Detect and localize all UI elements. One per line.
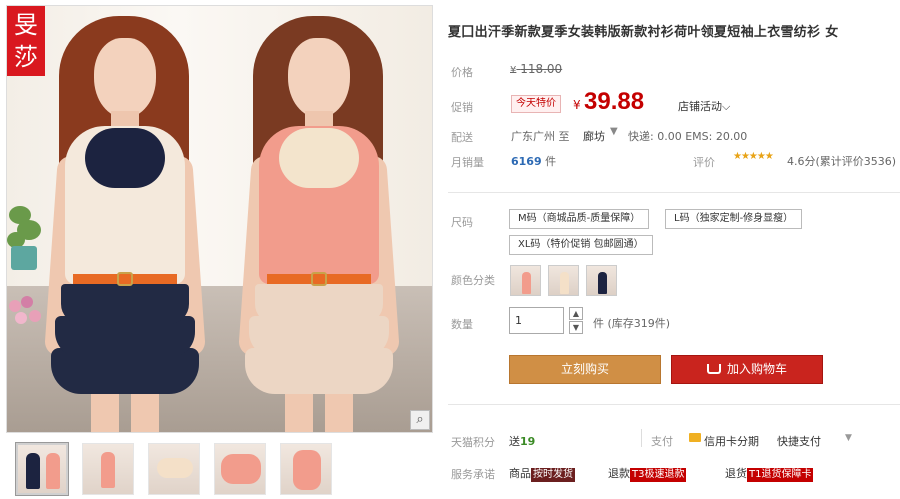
size-option-l[interactable]: L码（独家定制-修身显瘦） [665, 209, 803, 229]
points-label: 天猫积分 [451, 436, 495, 449]
thumbnail-5[interactable] [280, 443, 332, 495]
model-pink-outfit [223, 16, 413, 432]
rating-text[interactable]: 4.6分(累计评价3536) [787, 153, 896, 169]
size-option-m[interactable]: M码（商城品质-质量保障） [509, 209, 650, 229]
buy-now-button[interactable]: 立刻购买 [509, 355, 661, 384]
quantity-label: 数量 [451, 318, 473, 331]
quantity-increase-button[interactable]: ▲ [569, 307, 583, 320]
chevron-down-icon: ⌵ [722, 100, 731, 113]
color-swatch-pink[interactable] [510, 265, 541, 296]
price-label: 价格 [451, 66, 473, 79]
service-item-return[interactable]: 退货 T1退货保障卡 [725, 465, 814, 482]
add-to-cart-button[interactable]: 加入购物车 [671, 355, 823, 384]
ship-from: 广东广州 至 [511, 130, 570, 143]
size-option-xl[interactable]: XL码（特价促销 包邮圆通） [509, 235, 653, 255]
service-item-shipping[interactable]: 商品 按时发货 [509, 465, 575, 482]
product-title: 夏囗出汗季新款夏季女装韩版新款衬衫荷叶领夏短袖上衣雪纺衫 女 [448, 25, 839, 40]
quantity-input[interactable] [509, 307, 564, 334]
thumbnail-3[interactable] [148, 443, 200, 495]
promo-currency: ¥ [573, 98, 581, 112]
thumbnail-strip [15, 442, 332, 499]
rating-label: 评价 [693, 156, 715, 169]
service-item-refund[interactable]: 退款 T3极速退款 [608, 465, 687, 482]
color-swatch-apricot[interactable] [548, 265, 579, 296]
thumbnail-2[interactable] [82, 443, 134, 495]
sales-label: 月销量 [451, 156, 484, 169]
payment-quick[interactable]: 快捷支付 [777, 433, 821, 449]
color-label: 颜色分类 [451, 274, 495, 287]
color-swatch-navy[interactable] [586, 265, 617, 296]
thumbnail-4[interactable] [214, 443, 266, 495]
service-label: 服务承诺 [451, 468, 495, 481]
thumbnail-1[interactable] [15, 442, 69, 496]
separator [641, 429, 642, 447]
size-label: 尺码 [451, 216, 473, 229]
main-product-image[interactable]: 旻莎 ⌕ [6, 5, 433, 433]
monthly-sales: 6169 件 [511, 155, 557, 168]
cart-icon [706, 364, 721, 374]
product-gallery: 旻莎 ⌕ [6, 5, 433, 498]
payment-installment[interactable]: 信用卡分期 [704, 433, 759, 449]
shipping-label: 配送 [451, 131, 473, 144]
divider [448, 404, 900, 405]
shipping-fee: 快递: 0.00 EMS: 20.00 [628, 130, 748, 143]
quantity-decrease-button[interactable]: ▼ [569, 321, 583, 334]
model-navy-outfit [29, 16, 219, 432]
divider [448, 192, 900, 193]
store-activity-dropdown[interactable]: 店铺活动⌵ [678, 98, 730, 114]
stock-text: 件 (库存319件) [593, 317, 671, 330]
product-info-panel: 夏囗出汗季新款夏季女装韩版新款衬衫荷叶领夏短袖上衣雪纺衫 女 价格 ¥ 118.… [433, 0, 900, 498]
caret-down-icon[interactable]: ▼ [610, 126, 618, 137]
original-price: ¥ 118.00 [510, 62, 563, 76]
points-value: 送19 [509, 435, 536, 448]
ship-destination-select[interactable]: 廊坊 [583, 128, 605, 144]
rating-stars-icon: ★★★★★ [733, 151, 774, 162]
promo-label: 促销 [451, 101, 473, 114]
credit-card-icon [689, 433, 701, 442]
payment-more-icon[interactable]: ▼ [845, 433, 852, 443]
payment-label: 支付 [651, 435, 673, 448]
zoom-icon[interactable]: ⌕ [410, 410, 430, 430]
brand-logo: 旻莎 [7, 6, 45, 76]
promo-price: 39.88 [584, 88, 645, 115]
promo-badge: 今天特价 [511, 95, 561, 113]
